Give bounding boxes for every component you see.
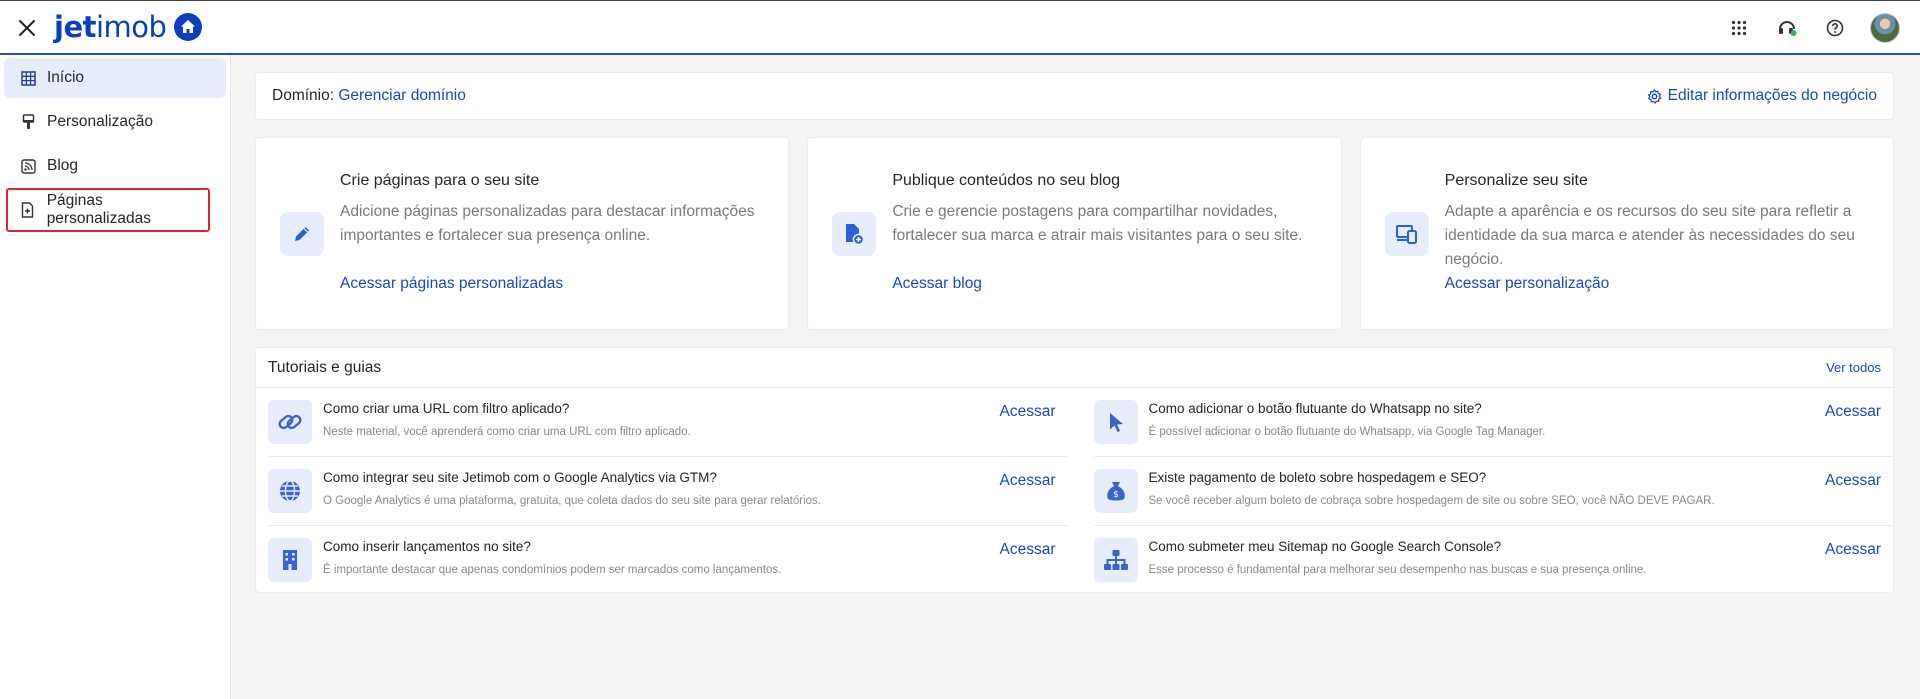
new-document-icon <box>832 212 877 256</box>
access-custom-pages-link[interactable]: Acessar páginas personalizadas <box>340 275 563 293</box>
tutorial-item: Como inserir lançamentos no site? É impo… <box>268 526 1068 595</box>
sidebar: Início Personalização Blog Páginas perso… <box>0 55 231 699</box>
grid-table-icon <box>20 70 36 86</box>
tutorial-access-button[interactable]: Acessar <box>1825 403 1881 421</box>
apps-grid-icon[interactable] <box>1726 15 1752 41</box>
sidebar-item-blog[interactable]: Blog <box>4 146 226 186</box>
tutorial-summary: Esse processo é fundamental para melhora… <box>1148 564 1647 576</box>
tutorial-item: Como adicionar o botão flutuante do What… <box>1093 388 1893 457</box>
tutorial-question: Como submeter meu Sitemap no Google Sear… <box>1148 539 1502 554</box>
card-title: Personalize seu site <box>1444 172 1588 189</box>
help-icon[interactable] <box>1822 15 1848 41</box>
tutorial-summary: O Google Analytics é uma plataforma, gra… <box>323 495 821 507</box>
tutorial-access-button[interactable]: Acessar <box>1825 472 1881 490</box>
tutorial-item: Como integrar seu site Jetimob com o Goo… <box>268 457 1068 526</box>
sidebar-item-label: Páginas personalizadas <box>46 192 151 227</box>
tutorials-panel: Tutoriais e guias Ver todos Como criar u… <box>255 347 1894 593</box>
card-description: Adicione páginas personalizadas para des… <box>340 203 755 244</box>
access-blog-link[interactable]: Acessar blog <box>892 275 982 293</box>
gear-icon <box>1647 88 1661 104</box>
tutorial-access-button[interactable]: Acessar <box>1000 472 1056 490</box>
card-blog: Publique conteúdos no seu blog Crie e ge… <box>807 137 1342 330</box>
domain-label: Domínio: <box>272 87 335 104</box>
cursor-icon <box>1093 400 1138 444</box>
edit-business-info-label: Editar informações do negócio <box>1667 87 1877 104</box>
top-bar: jetimob <box>0 0 1920 55</box>
tutorial-access-button[interactable]: Acessar <box>1825 541 1881 559</box>
card-personalization: Personalize seu site Adapte a aparência … <box>1359 137 1894 330</box>
tutorial-access-button[interactable]: Acessar <box>1000 541 1056 559</box>
sidebar-item-label: Blog <box>47 157 79 174</box>
sidebar-item-label: Início <box>47 69 85 86</box>
rss-icon <box>20 158 36 174</box>
avatar[interactable] <box>1870 13 1900 43</box>
svg-text:$: $ <box>1113 490 1119 500</box>
logo-text: jetimob <box>54 10 167 44</box>
card-title: Publique conteúdos no seu blog <box>892 172 1121 189</box>
pencil-icon <box>280 212 324 256</box>
card-description: Adapte a aparência e os recursos do seu … <box>1444 203 1855 268</box>
support-headset-icon[interactable] <box>1774 15 1800 41</box>
tutorial-access-button[interactable]: Acessar <box>1000 403 1056 421</box>
tutorial-summary: Neste material, você aprenderá como cria… <box>323 426 691 438</box>
tutorial-summary: Se você receber algum boleto de cobraça … <box>1148 495 1715 507</box>
paint-brush-icon <box>20 114 36 130</box>
home-icon <box>174 13 203 41</box>
tutorial-question: Como integrar seu site Jetimob com o Goo… <box>323 470 717 485</box>
sidebar-item-inicio[interactable]: Início <box>4 58 226 98</box>
access-personalization-link[interactable]: Acessar personalização <box>1445 275 1610 293</box>
card-custom-pages: Crie páginas para o seu site Adicione pá… <box>255 137 790 330</box>
card-description: Crie e gerencie postagens para compartil… <box>892 203 1303 244</box>
tutorial-question: Como adicionar o botão flutuante do What… <box>1148 401 1482 416</box>
devices-icon <box>1384 212 1429 256</box>
tutorial-item: Como submeter meu Sitemap no Google Sear… <box>1093 526 1894 595</box>
tutorials-title: Tutoriais e guias <box>268 358 382 376</box>
tutorial-item: Como criar uma URL com filtro aplicado? … <box>268 388 1068 457</box>
jetimob-logo[interactable]: jetimob <box>54 10 203 44</box>
tutorial-summary: É importante destacar que apenas condomí… <box>323 564 782 576</box>
feature-cards: Crie páginas para o seu site Adicione pá… <box>255 137 1894 330</box>
see-all-link[interactable]: Ver todos <box>1826 360 1881 375</box>
edit-business-info-link[interactable]: Editar informações do negócio <box>1647 87 1877 105</box>
building-icon <box>268 538 312 582</box>
sidebar-item-personalizacao[interactable]: Personalização <box>4 102 226 142</box>
tutorial-summary: É possível adicionar o botão flutuante d… <box>1148 426 1546 438</box>
money-bag-icon: $ <box>1093 469 1138 513</box>
link-icon <box>268 400 312 444</box>
close-icon[interactable] <box>16 17 38 39</box>
domain-bar: Domínio: Gerenciar domínio Editar inform… <box>255 72 1894 120</box>
add-page-icon <box>20 202 36 218</box>
sidebar-item-label: Personalização <box>47 113 153 130</box>
tutorial-question: Como inserir lançamentos no site? <box>323 539 531 554</box>
tutorial-question: Como criar uma URL com filtro aplicado? <box>323 401 570 416</box>
globe-icon <box>268 469 312 513</box>
manage-domain-link[interactable]: Gerenciar domínio <box>338 87 466 104</box>
card-title: Crie páginas para o seu site <box>340 172 540 189</box>
sitemap-icon <box>1093 538 1138 582</box>
sidebar-item-paginas-personalizadas[interactable]: Páginas personalizadas <box>6 188 210 232</box>
tutorial-item: $ Existe pagamento de boleto sobre hospe… <box>1093 457 1893 526</box>
tutorial-question: Existe pagamento de boleto sobre hospeda… <box>1148 470 1487 485</box>
